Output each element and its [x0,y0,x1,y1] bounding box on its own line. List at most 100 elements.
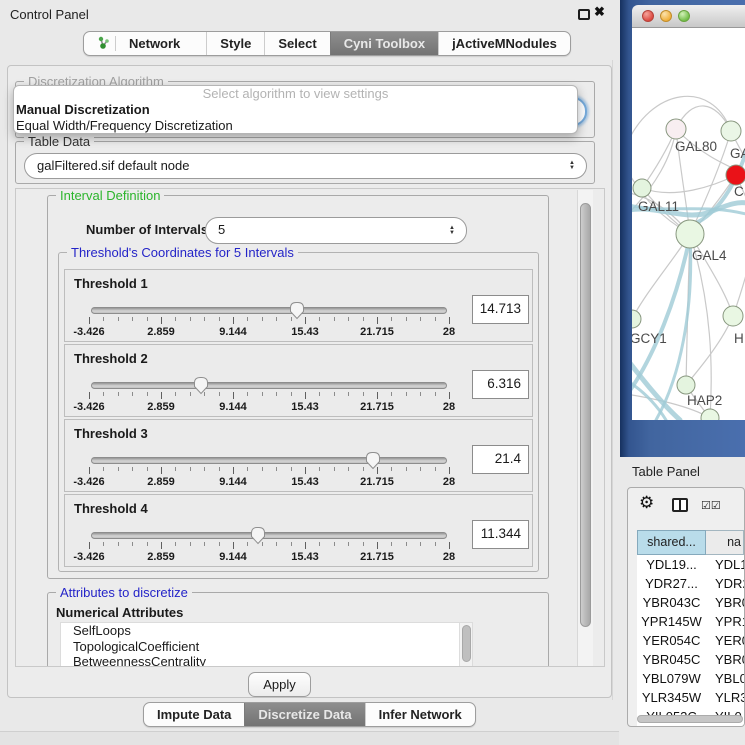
threshold-slider[interactable]: -3.4262.8599.14415.4321.71528 [89,448,449,490]
table-row[interactable]: YLR345WYLR3 [637,688,744,707]
slider-tick [377,542,378,549]
threshold-value-field[interactable]: 21.4 [472,445,529,474]
dropdown-option-equal-width[interactable]: Equal Width/Frequency Discretization [14,118,577,134]
network-node[interactable] [726,165,745,185]
table-cell-shared-name[interactable]: YBR043C [637,593,706,612]
table-row[interactable]: YPR145WYPR1 [637,612,744,631]
slider-thumb[interactable] [364,450,382,470]
number-of-intervals-combobox[interactable]: 5 ▲▼ [205,217,467,244]
threshold-value-field[interactable]: 6.316 [472,370,529,399]
scrollbar-thumb[interactable] [580,203,591,627]
scrollbar-thumb[interactable] [462,625,471,662]
slider-tick [276,392,277,396]
table-row[interactable]: YBR043CYBR0 [637,593,744,612]
table-row[interactable]: YDL19...YDL1 [637,555,744,574]
checkbox-icons[interactable]: ☑☑ [701,499,721,512]
close-traffic-light-icon[interactable] [642,10,654,22]
slider-thumb[interactable] [288,300,306,320]
numerical-attributes-list[interactable]: SelfLoopsTopologicalCoefficientBetweenne… [60,622,473,667]
close-icon[interactable]: ✖ [594,4,605,20]
tab-select[interactable]: Select [264,32,329,55]
table-cell-shared-name[interactable]: YBL079W [637,669,706,688]
threshold-slider[interactable]: -3.4262.8599.14415.4321.71528 [89,373,449,415]
table-cell-shared-name[interactable]: YLR345W [637,688,706,707]
threshold-slider[interactable]: -3.4262.8599.14415.4321.71528 [89,298,449,340]
tab-discretize-data[interactable]: Discretize Data [244,703,364,726]
attribute-list-item[interactable]: TopologicalCoefficient [61,639,472,655]
vertical-scrollbar[interactable] [577,190,593,667]
network-node-label: HAP2 [687,393,722,408]
table-cell-shared-name[interactable]: YPR145W [637,612,706,631]
table-cell-name[interactable]: YBL0 [706,669,744,688]
horizontal-scrollbar[interactable] [637,715,743,724]
slider-tick [89,392,90,399]
scrollbar-thumb[interactable] [637,715,743,723]
slider-tick [291,542,292,546]
table-cell-shared-name[interactable]: YDR27... [637,574,706,593]
slider-tick [118,392,119,396]
table-cell-shared-name[interactable]: YER054C [637,631,706,650]
minimize-traffic-light-icon[interactable] [660,10,672,22]
slider-tick [190,467,191,471]
attribute-list-item[interactable]: SelfLoops [61,623,472,639]
table-cell-name[interactable]: YDR2 [706,574,744,593]
tab-impute-data[interactable]: Impute Data [144,703,244,726]
slider-tick-label: -3.426 [73,476,104,488]
slider-track[interactable] [91,532,447,539]
slider-track[interactable] [91,307,447,314]
table-data-combobox[interactable]: galFiltered.sif default node ▲▼ [24,153,587,179]
tab-jactivemnodules[interactable]: jActiveMNodules [438,32,570,55]
threshold-value-field[interactable]: 11.344 [472,520,529,549]
network-node[interactable] [632,310,641,328]
network-node[interactable] [721,121,741,141]
network-canvas[interactable]: GAL80GACGAL11GAL4GCY1HHAP2 [632,28,745,420]
table-row[interactable]: YDR27...YDR2 [637,574,744,593]
column-header-name[interactable]: na [706,530,744,555]
slider-tick [147,467,148,471]
network-node[interactable] [676,220,704,248]
tab-cyni-toolbox[interactable]: Cyni Toolbox [330,32,438,55]
table-cell-shared-name[interactable]: YBR045C [637,650,706,669]
apply-button[interactable]: Apply [248,672,311,697]
tab-network[interactable]: Network [84,32,206,55]
gear-icon[interactable]: ⚙ [639,493,654,513]
slider-tick-label: 15.43 [291,551,319,563]
network-window-titlebar[interactable] [632,5,745,28]
table-row[interactable]: YER054CYER0 [637,631,744,650]
table-cell-name[interactable]: YLR3 [706,688,744,707]
dropdown-option-manual[interactable]: Manual Discretization [14,102,577,118]
table-cell-name[interactable]: YDL1 [706,555,744,574]
threshold-slider[interactable]: -3.4262.8599.14415.4321.71528 [89,523,449,565]
table-row[interactable]: YBL079WYBL0 [637,669,744,688]
threshold-value-field[interactable]: 14.713 [472,295,529,324]
tab-style[interactable]: Style [206,32,264,55]
slider-tick [406,467,407,471]
interval-definition-group: Interval Definition Number of Intervals … [47,195,549,579]
table-cell-name[interactable]: YER0 [706,631,744,650]
network-node[interactable] [723,306,743,326]
slider-thumb[interactable] [192,375,210,395]
table-cell-name[interactable]: YPR1 [706,612,744,631]
network-node[interactable] [666,119,686,139]
slider-tick [334,392,335,396]
list-scrollbar[interactable] [459,623,472,667]
table-cell-name[interactable]: YBR0 [706,650,744,669]
slider-tick [363,317,364,321]
attribute-list-item[interactable]: BetweennessCentrality [61,654,472,667]
zoom-traffic-light-icon[interactable] [678,10,690,22]
slider-thumb[interactable] [249,525,267,545]
float-panel-icon[interactable] [578,9,590,20]
table-cell-shared-name[interactable]: YDL19... [637,555,706,574]
table-row[interactable]: YBR045CYBR0 [637,650,744,669]
network-node-label: GAL4 [692,248,727,263]
column-layout-icon[interactable] [672,498,688,512]
slider-track[interactable] [91,457,447,464]
slider-tick [247,392,248,396]
threshold-label: Threshold 1 [74,276,148,291]
column-header-shared-name[interactable]: shared... [637,530,706,555]
network-node[interactable] [633,179,651,197]
network-node[interactable] [677,376,695,394]
tab-infer-network[interactable]: Infer Network [365,703,475,726]
slider-track[interactable] [91,382,447,389]
table-cell-name[interactable]: YBR0 [706,593,744,612]
